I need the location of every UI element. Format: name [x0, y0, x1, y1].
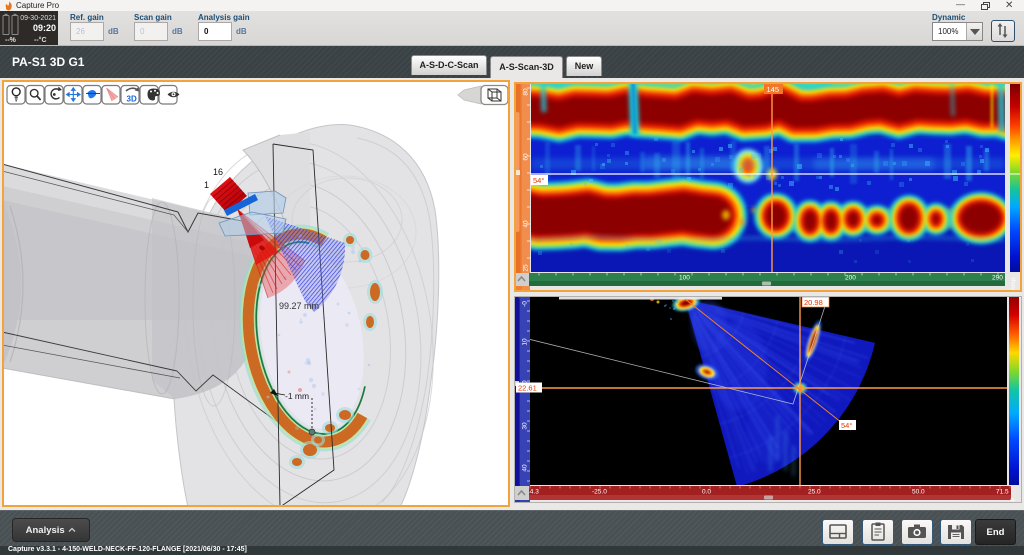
svg-text:80: 80 [523, 88, 530, 96]
svg-text:50.0: 50.0 [912, 489, 925, 496]
svg-text:-0: -0 [522, 301, 529, 307]
svg-text:290: 290 [992, 275, 1003, 282]
svg-text:25.0: 25.0 [808, 489, 821, 496]
svg-text:-1 mm: -1 mm [285, 391, 309, 401]
svg-text:99.27 mm: 99.27 mm [279, 301, 319, 311]
svg-text:1: 1 [204, 180, 209, 190]
svg-text:0.0: 0.0 [702, 489, 711, 496]
svg-text:09:20: 09:20 [33, 23, 56, 33]
svg-text:30: 30 [522, 422, 529, 430]
svg-text:100: 100 [679, 275, 690, 282]
svg-text:09-30-2021: 09-30-2021 [20, 15, 56, 22]
svg-text:200: 200 [845, 275, 856, 282]
svg-text:16: 16 [213, 167, 223, 177]
svg-text:10: 10 [522, 338, 529, 346]
svg-text:Amp: Amp [1011, 277, 1017, 290]
svg-text:3D: 3D [127, 95, 137, 104]
svg-text:40: 40 [522, 464, 529, 472]
svg-text:60: 60 [523, 153, 530, 161]
svg-text:20.98: 20.98 [804, 298, 823, 307]
svg-text:--%: --% [5, 37, 17, 44]
svg-text:54°: 54° [841, 421, 852, 430]
svg-text:22.61: 22.61 [518, 384, 537, 393]
svg-text:--°C: --°C [34, 36, 47, 44]
svg-text:71.5: 71.5 [996, 489, 1009, 496]
svg-text:-25.0: -25.0 [592, 489, 607, 496]
svg-text:54°: 54° [533, 176, 544, 185]
svg-text:25: 25 [523, 264, 530, 272]
svg-text:145: 145 [767, 85, 780, 94]
